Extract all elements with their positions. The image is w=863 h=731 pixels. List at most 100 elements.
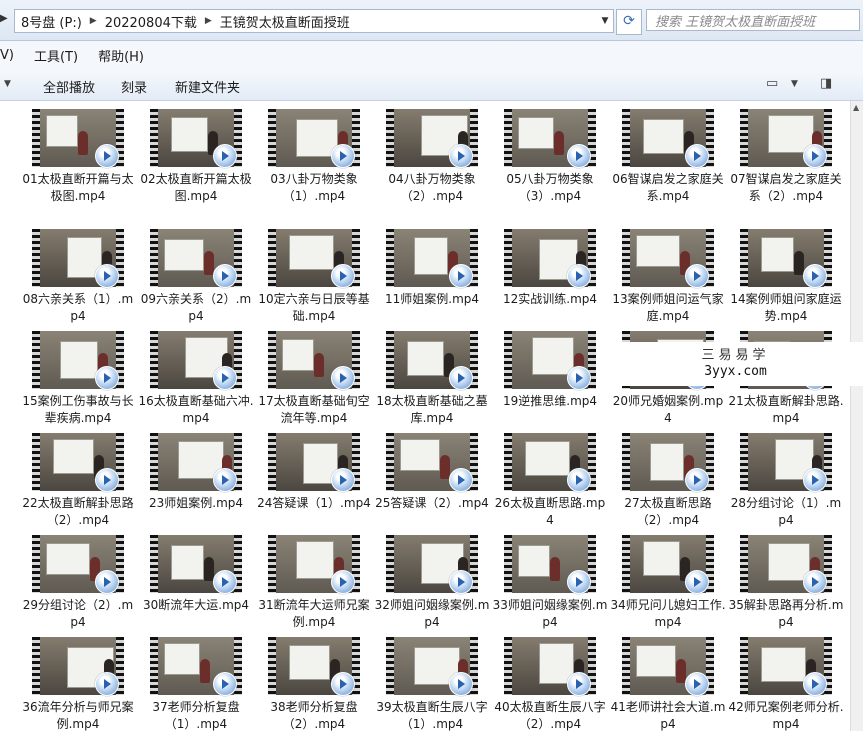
file-name: 27太极直断思路（2）.mp4 [624,496,712,527]
burn-button[interactable]: 刻录 [121,77,147,96]
breadcrumb[interactable]: 8号盘 (P:) ▶ 20220804下载 ▶ 王镜贺太极直断面授班 ▼ [14,9,614,33]
file-item[interactable]: 32师姐问姻缘案例.mp4 [373,535,489,635]
file-item[interactable]: 08六亲关系（1）.mp4 [19,229,133,329]
file-item[interactable]: 35解卦思路再分析.mp4 [727,535,843,635]
file-name: 07智谋启发之家庭关系（2）.mp4 [730,172,842,203]
file-name: 35解卦思路再分析.mp4 [728,598,844,629]
media-player-icon [95,144,119,168]
file-name: 21太极直断解卦思路.mp4 [728,394,844,425]
file-name: 26太极直断思路.mp4 [494,496,606,527]
chevron-down-icon[interactable]: ▼ [597,16,613,26]
file-name: 31断流年大运师兄案例.mp4 [258,598,370,629]
file-item[interactable]: 34师兄问儿媳妇工作.mp4 [609,535,726,635]
file-item[interactable]: 22太极直断解卦思路（2）.mp4 [19,433,134,533]
file-item[interactable]: 05八卦万物类象（3）.mp4 [491,109,603,209]
file-item[interactable]: 15案例工伤事故与长辈疾病.mp4 [19,331,134,431]
media-player-icon [95,570,119,594]
file-item[interactable]: 37老师分析复盘（1）.mp4 [137,637,249,731]
vertical-scrollbar[interactable]: ▲ [850,101,863,731]
file-item[interactable]: 07智谋启发之家庭关系（2）.mp4 [727,109,842,209]
file-item[interactable]: 41老师讲社会大道.mp4 [609,637,725,731]
media-player-icon [213,366,237,390]
file-item[interactable]: 30断流年大运.mp4 [137,535,249,635]
file-item[interactable]: 01太极直断开篇与太极图.mp4 [19,109,134,209]
file-item[interactable]: 29分组讨论（2）.mp4 [19,535,133,635]
refresh-button[interactable]: ⟳ [616,9,642,35]
media-player-icon [567,570,591,594]
file-name: 42师兄案例老师分析.mp4 [728,700,844,731]
file-item[interactable]: 33师姐问姻缘案例.mp4 [491,535,607,635]
media-player-icon [449,672,473,696]
back-arrow-icon[interactable]: ▶ [0,13,10,29]
file-item[interactable]: 27太极直断思路（2）.mp4 [609,433,721,533]
file-item[interactable]: 26太极直断思路.mp4 [491,433,605,533]
file-item[interactable]: 09六亲关系（2）.mp4 [137,229,251,329]
new-folder-button[interactable]: 新建文件夹 [175,77,240,96]
file-name: 40太极直断生辰八字（2）.mp4 [494,700,606,731]
file-name: 11师姐案例.mp4 [384,292,480,306]
chevron-right-icon[interactable]: ▶ [88,16,99,26]
file-name: 12实战训练.mp4 [502,292,598,306]
media-player-icon [685,570,709,594]
search-input[interactable]: 搜索 王镜贺太极直断面授班 [646,9,860,31]
watermark-line-1: 三易易学 [701,348,770,363]
file-item[interactable]: 28分组讨论（1）.mp4 [727,433,841,533]
media-player-icon [213,144,237,168]
file-name: 37老师分析复盘（1）.mp4 [152,700,240,731]
file-item[interactable]: 06智谋启发之家庭关系.mp4 [609,109,724,209]
file-name: 32师姐问姻缘案例.mp4 [374,598,490,629]
menu-item-help[interactable]: 帮助(H) [98,46,144,65]
file-name: 13案例师姐问运气家庭.mp4 [612,292,724,323]
file-item[interactable]: 24答疑课（1）.mp4 [255,433,371,533]
file-item[interactable]: 42师兄案例老师分析.mp4 [727,637,844,731]
menu-item-tools[interactable]: 工具(T) [34,46,78,65]
media-player-icon [803,264,827,288]
media-player-icon [449,366,473,390]
file-item[interactable]: 10定六亲与日辰等基础.mp4 [255,229,370,329]
file-name: 28分组讨论（1）.mp4 [730,496,842,527]
menu-item-view[interactable]: V) [0,48,14,63]
file-item[interactable]: 03八卦万物类象（1）.mp4 [255,109,367,209]
chevron-down-icon[interactable]: ▼ [4,79,11,89]
file-item[interactable]: 38老师分析复盘（2）.mp4 [255,637,367,731]
search-placeholder: 搜索 王镜贺太极直断面授班 [655,14,816,30]
media-player-icon [803,468,827,492]
file-item[interactable]: 11师姐案例.mp4 [373,229,485,329]
scroll-up-icon[interactable]: ▲ [853,103,859,112]
chevron-right-icon[interactable]: ▶ [203,16,214,26]
media-player-icon [331,264,355,288]
file-name: 38老师分析复盘（2）.mp4 [270,700,358,731]
file-item[interactable]: 31断流年大运师兄案例.mp4 [255,535,370,635]
media-player-icon [567,672,591,696]
play-all-button[interactable]: 全部播放 [43,77,95,96]
file-item[interactable]: 36流年分析与师兄案例.mp4 [19,637,134,731]
breadcrumb-item[interactable]: 20220804下载 [99,12,203,31]
file-item[interactable]: 17太极直断基础旬空流年等.mp4 [255,331,370,431]
file-item[interactable]: 19逆推思维.mp4 [491,331,603,431]
file-item[interactable]: 04八卦万物类象（2）.mp4 [373,109,485,209]
file-item[interactable]: 23师姐案例.mp4 [137,433,249,533]
refresh-icon: ⟳ [623,13,635,29]
file-item[interactable]: 25答疑课（2）.mp4 [373,433,489,533]
breadcrumb-item[interactable]: 8号盘 (P:) [15,12,88,31]
media-player-icon [449,264,473,288]
breadcrumb-item[interactable]: 王镜贺太极直断面授班 [214,12,356,31]
file-name: 18太极直断基础之墓库.mp4 [376,394,488,425]
media-player-icon [685,144,709,168]
file-name: 24答疑课（1）.mp4 [257,496,371,510]
file-item[interactable]: 39太极直断生辰八字（1）.mp4 [373,637,488,731]
file-name: 04八卦万物类象（2）.mp4 [388,172,476,203]
file-item[interactable]: 13案例师姐问运气家庭.mp4 [609,229,724,329]
file-item[interactable]: 18太极直断基础之墓库.mp4 [373,331,488,431]
chevron-down-icon[interactable]: ▼ [791,79,798,89]
file-item[interactable]: 16太极直断基础六冲.mp4 [137,331,254,431]
file-name: 41老师讲社会大道.mp4 [610,700,726,731]
file-item[interactable]: 40太极直断生辰八字（2）.mp4 [491,637,606,731]
view-options-icon[interactable]: ▭ [766,76,778,91]
file-item[interactable]: 12实战训练.mp4 [491,229,603,329]
preview-pane-icon[interactable]: ◨ [820,76,832,91]
watermark: 三易易学 3yyx.com [608,342,863,386]
file-item[interactable]: 02太极直断开篇太极图.mp4 [137,109,252,209]
file-item[interactable]: 14案例师姐问家庭运势.mp4 [727,229,842,329]
media-player-icon [213,672,237,696]
